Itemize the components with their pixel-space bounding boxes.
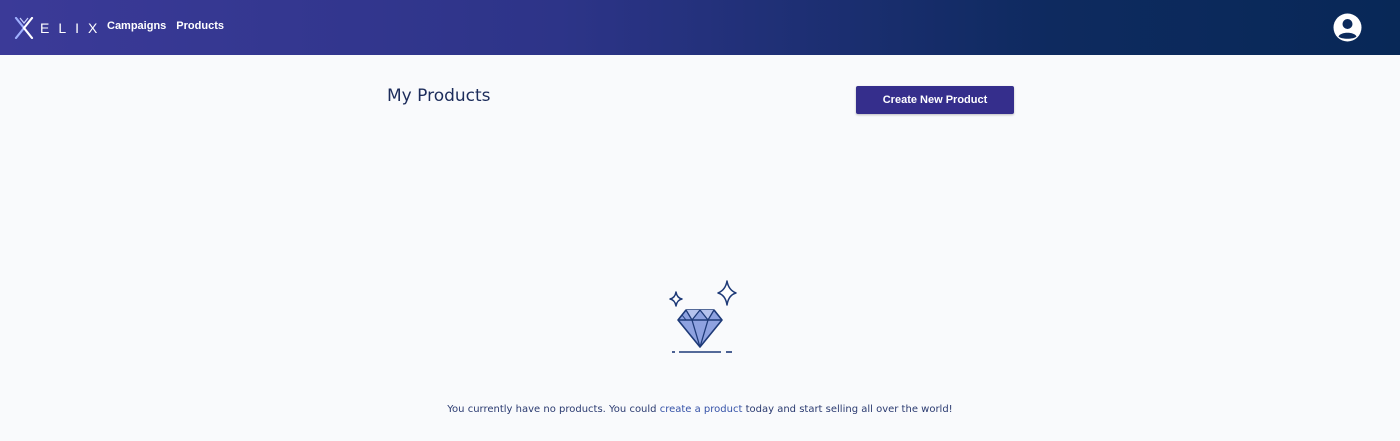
main-nav: Campaigns Products	[107, 20, 224, 32]
empty-message-text-end: today and start selling all over the wor…	[742, 404, 953, 415]
elix-logo[interactable]: ELIX	[14, 16, 106, 40]
diamond-sparkle-icon	[669, 280, 737, 353]
logo-wordmark: ELIX	[40, 20, 107, 36]
create-product-link[interactable]: create a product	[660, 404, 743, 415]
empty-message-text-start: You currently have no products. You coul…	[447, 404, 660, 415]
nav-link-campaigns[interactable]: Campaigns	[107, 20, 166, 32]
user-avatar-button[interactable]	[1333, 13, 1362, 42]
create-new-product-button[interactable]: Create New Product	[856, 86, 1014, 114]
page-title: My Products	[387, 86, 491, 106]
elix-logo-icon	[14, 17, 34, 39]
user-circle-icon	[1333, 13, 1362, 42]
empty-state-message: You currently have no products. You coul…	[0, 404, 1400, 415]
top-navigation-bar: ELIX Campaigns Products	[0, 0, 1400, 55]
nav-link-products[interactable]: Products	[176, 20, 224, 32]
empty-state-illustration	[660, 278, 742, 358]
